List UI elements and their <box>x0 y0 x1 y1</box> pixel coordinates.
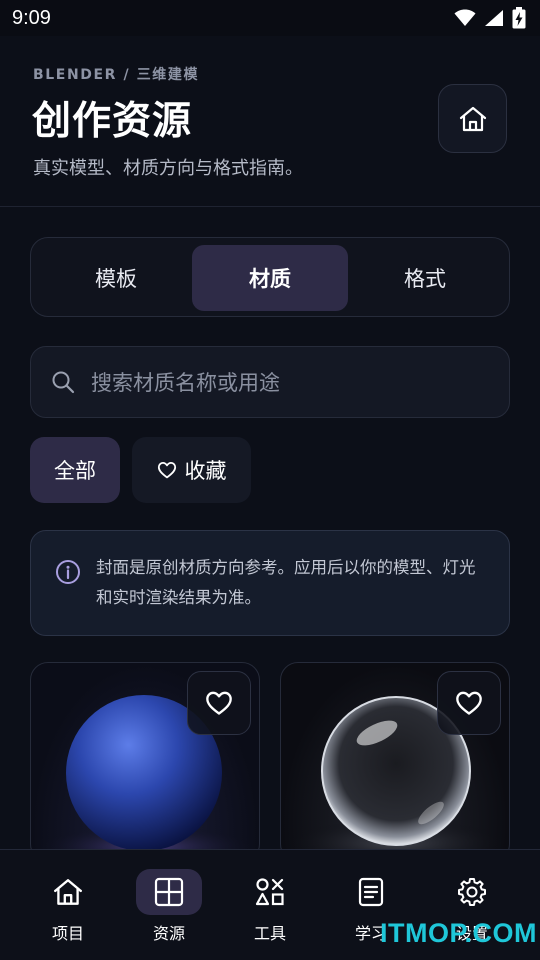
filter-all-chip[interactable]: 全部 <box>30 437 120 503</box>
home-icon <box>459 106 486 131</box>
search-input[interactable]: 搜索材质名称或用途 <box>91 367 280 397</box>
filter-favorites-chip[interactable]: 收藏 <box>132 437 251 503</box>
watermark: ITMOP.COM <box>380 918 538 948</box>
resource-tabs: 模板 材质 格式 <box>30 237 510 317</box>
favorite-button[interactable] <box>187 671 251 735</box>
nav-label: 项目 <box>51 924 84 943</box>
tab-templates[interactable]: 模板 <box>38 245 194 311</box>
material-card[interactable] <box>280 662 510 862</box>
page-title: 创作资源 <box>32 99 193 144</box>
home-button[interactable] <box>438 84 507 153</box>
status-time: 9:09 <box>12 6 51 29</box>
tab-materials[interactable]: 材质 <box>192 245 348 311</box>
filter-all-label: 全部 <box>54 459 96 483</box>
search-bar[interactable]: 搜索材质名称或用途 <box>30 346 510 418</box>
page-subtitle: 真实模型、材质方向与格式指南。 <box>33 158 303 179</box>
tools-icon <box>255 878 284 906</box>
status-icons <box>454 7 526 29</box>
nav-item-tools[interactable]: 工具 <box>220 850 320 960</box>
nav-label: 工具 <box>253 924 286 943</box>
search-icon <box>52 371 75 394</box>
heart-icon <box>157 461 176 479</box>
filter-favorites-label: 收藏 <box>184 459 227 483</box>
info-icon <box>56 560 80 584</box>
header: BLENDER / 三维建模 创作资源 真实模型、材质方向与格式指南。 <box>0 36 540 207</box>
document-icon <box>358 877 384 907</box>
battery-icon <box>512 7 526 29</box>
notice-text: 封面是原创材质方向参考。应用后以你的模型、灯光和实时渲染结果为准。 <box>96 558 476 607</box>
favorite-button[interactable] <box>437 671 501 735</box>
breadcrumb: BLENDER / 三维建模 <box>33 67 200 83</box>
cellular-signal-icon <box>485 10 503 26</box>
heart-icon <box>206 691 232 715</box>
home-icon <box>54 879 82 905</box>
heart-icon <box>456 691 482 715</box>
tab-formats[interactable]: 格式 <box>347 245 503 311</box>
nav-item-projects[interactable]: 项目 <box>18 850 118 960</box>
wifi-icon <box>454 9 476 26</box>
info-notice: 封面是原创材质方向参考。应用后以你的模型、灯光和实时渲染结果为准。 <box>30 530 510 636</box>
grid-icon <box>154 877 184 907</box>
material-card[interactable] <box>30 662 260 862</box>
gear-icon <box>458 878 486 906</box>
nav-label: 资源 <box>152 924 185 943</box>
status-bar: 9:09 <box>0 0 540 36</box>
nav-item-resources[interactable]: 资源 <box>119 850 219 960</box>
